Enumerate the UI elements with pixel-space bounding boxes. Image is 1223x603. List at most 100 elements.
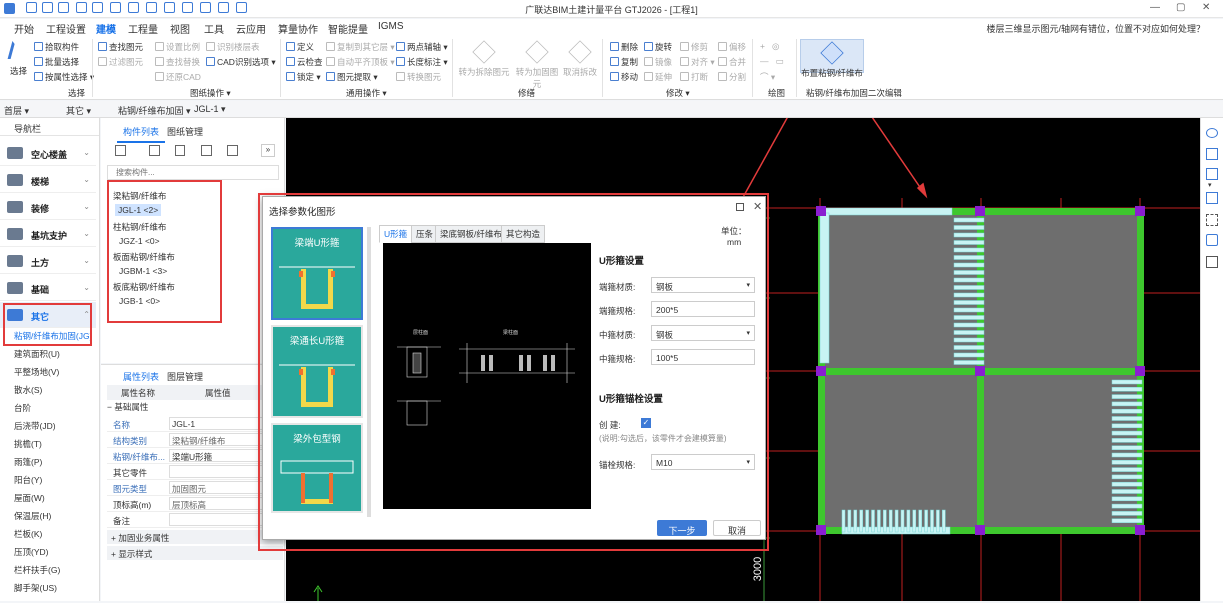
offset-button[interactable]: 偏移 <box>718 41 746 53</box>
extract-element-button[interactable]: 图元提取 ▾ <box>326 71 378 83</box>
nav-sub-insulation[interactable]: 保温层(H) <box>14 510 51 522</box>
move-button[interactable]: 移动 <box>610 71 638 83</box>
section-basic[interactable]: − 基础属性 <box>107 401 148 413</box>
length-mark-button[interactable]: 长度标注 ▾ <box>396 56 448 68</box>
nav-sub-parapet[interactable]: 栏板(K) <box>14 528 42 540</box>
nav-sub-coping[interactable]: 压顶(YD) <box>14 546 48 558</box>
align-button[interactable]: 对齐 ▾ <box>680 56 715 68</box>
to-demolish-button[interactable]: 转为拆除图元 <box>458 40 510 78</box>
tab-component-list[interactable]: 构件列表 <box>117 122 166 143</box>
extend-button[interactable]: 延伸 <box>644 71 672 83</box>
menu-modeling[interactable]: 建模 <box>96 21 116 39</box>
nav-sub-post-strip[interactable]: 后浇带(JD) <box>14 420 56 432</box>
pick-component-button[interactable]: 拾取构件 <box>34 41 79 53</box>
cube-view-icon[interactable] <box>1206 148 1218 160</box>
menu-start[interactable]: 开始 <box>14 21 34 36</box>
nav-cat-pit-support[interactable]: 基坑支护 ⌄ <box>0 221 96 247</box>
to-reinforce-button[interactable]: 转为加固图元 <box>512 40 562 90</box>
cloud-check-button[interactable]: 云检查 <box>286 56 323 68</box>
nav-sub-canopy[interactable]: 雨篷(P) <box>14 456 42 468</box>
section-display-style[interactable]: + 显示样式 <box>107 546 283 560</box>
restore-cad-button[interactable]: 还原CAD <box>155 71 201 83</box>
menu-quantity[interactable]: 工程量 <box>128 21 158 36</box>
define-button[interactable]: 定义 <box>286 41 314 53</box>
draw-arc-icon[interactable]: ⌒ ▾ <box>760 71 775 83</box>
nav-sub-apron[interactable]: 散水(S) <box>14 384 42 396</box>
mirror-button[interactable]: 镜像 <box>644 56 672 68</box>
filter-element-button[interactable]: 过滤图元 <box>98 56 143 68</box>
filter-component-icon[interactable] <box>227 145 238 156</box>
nav-cat-decoration[interactable]: 装修 ⌄ <box>0 194 96 220</box>
recognize-floor-button[interactable]: 识别楼层表 <box>206 41 260 53</box>
split-button[interactable]: 分割 <box>718 71 746 83</box>
break-button[interactable]: 打断 <box>680 71 708 83</box>
copy-component-icon[interactable] <box>149 145 160 156</box>
nav-sub-railing[interactable]: 栏杆扶手(G) <box>14 564 60 576</box>
convert-element-button[interactable]: 转换图元 <box>396 71 441 83</box>
cancel-modify-button[interactable]: 取消拆改 <box>562 40 598 78</box>
menu-cloud[interactable]: 云应用 <box>236 21 266 36</box>
maximize-icon[interactable]: ▢ <box>1176 2 1185 13</box>
fullscreen-icon[interactable] <box>1206 214 1218 226</box>
nav-cat-foundation[interactable]: 基础 ⌄ <box>0 275 96 301</box>
nav-sub-scaffold[interactable]: 脚手架(US) <box>14 582 57 594</box>
nav-cat-stairs[interactable]: 楼梯 ⌄ <box>0 167 96 193</box>
layers-icon[interactable] <box>1206 234 1218 246</box>
orbit-icon[interactable] <box>1206 128 1218 138</box>
rotate-button[interactable]: 旋转 <box>644 41 672 53</box>
select-button[interactable]: 选择 <box>10 65 27 77</box>
nav-cat-earthwork[interactable]: 土方 ⌄ <box>0 248 96 274</box>
cad-options-button[interactable]: CAD识别选项 ▾ <box>206 56 276 68</box>
category-select[interactable]: 粘钢/纤维布加固 ▾ <box>118 104 191 117</box>
component-search-input[interactable] <box>107 165 279 180</box>
menu-project-settings[interactable]: 工程设置 <box>46 21 86 36</box>
batch-select-button[interactable]: 批量选择 <box>34 56 79 68</box>
trim-button[interactable]: 修剪 <box>680 41 708 53</box>
menu-igms[interactable]: IGMS <box>378 21 404 32</box>
select-arrow-icon[interactable] <box>7 41 27 59</box>
nav-cat-hollow-floor[interactable]: 空心楼盖 ⌄ <box>0 140 96 166</box>
draw-line-icon[interactable]: — ▭ <box>760 56 784 67</box>
list-icon[interactable] <box>1206 256 1218 268</box>
new-component-icon[interactable] <box>115 145 126 156</box>
box-view-icon[interactable] <box>1206 192 1218 204</box>
help-hint[interactable]: 楼层三维显示图元/轴网有错位，位置不对应如何处理？ <box>986 22 1205 35</box>
view-dropdown-icon[interactable]: ▾ <box>1208 181 1212 189</box>
floor-select[interactable]: 首层 ▾ <box>4 104 29 117</box>
draw-point-icon[interactable]: + ◎ <box>760 41 779 52</box>
nav-sub-leveling[interactable]: 平整场地(V) <box>14 366 59 378</box>
nav-sub-balcony[interactable]: 阳台(Y) <box>14 474 42 486</box>
merge-button[interactable]: 合并 <box>718 56 746 68</box>
set-scale-button[interactable]: 设置比例 <box>155 41 200 53</box>
nav-sub-eave[interactable]: 挑檐(T) <box>14 438 42 450</box>
component-select[interactable]: JGL-1 ▾ <box>194 104 226 115</box>
delete-component-icon[interactable] <box>175 145 185 156</box>
close-icon[interactable]: ✕ <box>1202 2 1210 13</box>
copy-button[interactable]: 复制 <box>610 56 638 68</box>
menu-collab[interactable]: 算量协作 <box>278 21 318 36</box>
two-point-axis-button[interactable]: 两点辅轴 ▾ <box>396 41 448 53</box>
auto-flat-button[interactable]: 自动平齐顶板 ▾ <box>326 56 395 68</box>
tab-drawing-manage[interactable]: 图纸管理 <box>161 122 209 141</box>
select-by-attr-button[interactable]: 按属性选择 ▾ <box>34 71 94 83</box>
tab-layer-manage[interactable]: 图层管理 <box>161 367 209 386</box>
minimize-icon[interactable]: — <box>1150 2 1160 13</box>
menu-smart[interactable]: 智能提量 <box>328 21 368 36</box>
find-replace-button[interactable]: 查找替换 <box>155 56 200 68</box>
copy-to-floor-button[interactable]: 复制到其它层 ▾ <box>326 41 395 53</box>
delete-button[interactable]: 删除 <box>610 41 638 53</box>
u-hoop-strip <box>847 509 852 533</box>
type-select[interactable]: 其它 ▾ <box>66 104 91 117</box>
menu-tools[interactable]: 工具 <box>204 21 224 36</box>
layer-copy-icon[interactable] <box>201 145 212 156</box>
nav-sub-steps[interactable]: 台阶 <box>14 402 31 414</box>
nav-sub-building-area[interactable]: 建筑面积(U) <box>14 348 60 360</box>
collapse-panel-icon[interactable]: » <box>261 144 275 157</box>
cube-face-icon[interactable] <box>1206 168 1218 180</box>
section-reinforce-business[interactable]: + 加固业务属性 <box>107 530 283 544</box>
lock-button[interactable]: 锁定 ▾ <box>286 71 321 83</box>
u-hoop-strip <box>953 352 985 358</box>
find-element-button[interactable]: 查找图元 <box>98 41 143 53</box>
nav-sub-roof[interactable]: 屋面(W) <box>14 492 45 504</box>
menu-view[interactable]: 视图 <box>170 21 190 36</box>
